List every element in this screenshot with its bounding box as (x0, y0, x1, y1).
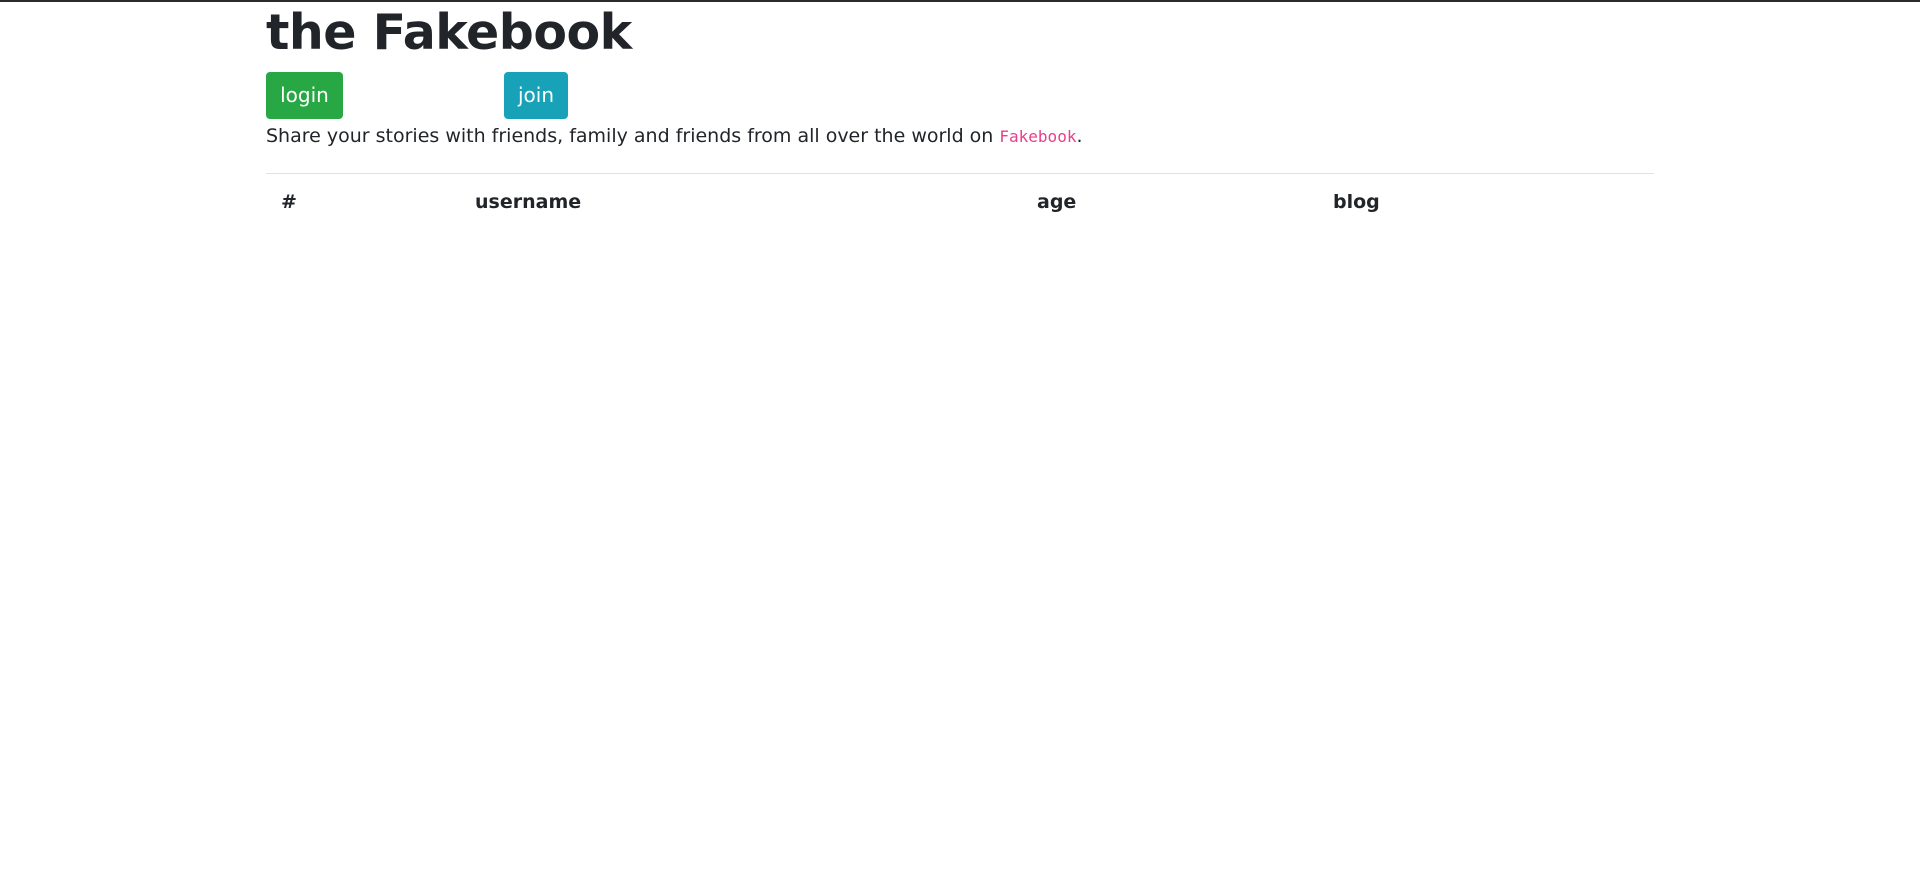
login-button[interactable]: login (266, 72, 343, 119)
brand-code: Fakebook (999, 127, 1077, 146)
users-table-header: # username age blog (266, 174, 1654, 223)
main-container: the Fakebook login join Share your stori… (266, 2, 1654, 223)
column-header-blog: blog (1333, 191, 1380, 213)
tagline-end: . (1076, 125, 1083, 147)
auth-button-row: login join (266, 72, 1654, 120)
page-title: the Fakebook (266, 4, 632, 61)
join-button[interactable]: join (504, 72, 568, 119)
column-header-age: age (1037, 191, 1077, 213)
header-row: # username age blog (266, 174, 1654, 223)
column-header-number: # (281, 191, 297, 213)
users-table: # username age blog (266, 174, 1654, 223)
tagline-text: Share your stories with friends, family … (266, 125, 1000, 147)
tagline: Share your stories with friends, family … (266, 122, 1654, 151)
column-header-username: username (475, 191, 582, 213)
